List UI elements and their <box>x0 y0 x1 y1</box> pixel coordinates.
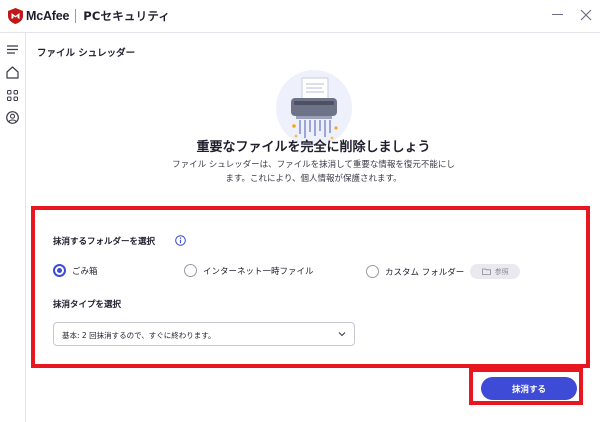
menu-icon[interactable] <box>5 42 20 57</box>
radio-custom-folder[interactable]: カスタム フォルダー 参照 <box>366 264 521 279</box>
close-icon[interactable] <box>580 9 592 21</box>
radio-temp-internet-files[interactable]: インターネット一時ファイル <box>184 264 314 277</box>
radio-button[interactable] <box>366 265 379 278</box>
account-icon[interactable] <box>5 110 20 125</box>
home-icon[interactable] <box>5 65 20 80</box>
shred-action-highlight: 抹消する <box>469 368 583 405</box>
radio-button-checked[interactable] <box>53 264 66 277</box>
folder-section-label: 抹消するフォルダーを選択 <box>53 237 156 247</box>
radio-label: インターネット一時ファイル <box>203 266 314 277</box>
title-divider <box>75 9 77 23</box>
info-icon[interactable] <box>175 235 186 246</box>
description: ファイル シュレッダーは、ファイルを抹消して重要な情報を復元不能にし ます。これ… <box>127 158 500 186</box>
description-line-1: ファイル シュレッダーは、ファイルを抹消して重要な情報を復元不能にし <box>172 160 455 170</box>
brand-name: McAfee <box>26 9 70 23</box>
dropdown-selected-value: 基本: 2 回抹消するので、すぐに終わります。 <box>62 331 216 340</box>
mcafee-shield-icon <box>8 8 23 24</box>
browse-label: 参照 <box>494 267 509 276</box>
product-name: PCセキュリティ <box>83 9 171 23</box>
radio-label: ごみ箱 <box>72 266 98 277</box>
browse-button[interactable]: 参照 <box>470 264 521 279</box>
title-bar: McAfee PCセキュリティ <box>0 0 600 33</box>
shred-type-dropdown[interactable]: 基本: 2 回抹消するので、すぐに終わります。 <box>53 322 355 346</box>
radio-recycle-bin[interactable]: ごみ箱 <box>53 264 98 277</box>
type-section-label: 抹消タイプを選択 <box>53 300 122 310</box>
folder-radio-group: ごみ箱 インターネット一時ファイル カスタム フォルダー 参照 <box>53 264 573 280</box>
headline: 重要なファイルを完全に削除しましょう <box>196 140 431 155</box>
page-title: ファイル シュレッダー <box>37 48 136 59</box>
minimize-icon[interactable] <box>552 14 563 15</box>
shred-options-panel: 抹消するフォルダーを選択 ごみ箱 インターネット一時ファイル カスタム フォルダ… <box>31 206 590 368</box>
description-line-2: ます。これにより、個人情報が保護されます。 <box>225 174 402 184</box>
radio-label: カスタム フォルダー <box>385 267 465 278</box>
apps-grid-icon[interactable] <box>5 88 20 103</box>
shred-button[interactable]: 抹消する <box>481 377 577 400</box>
main-content: ファイル シュレッダー 重要なファイルを完全に削除しましょう ファイル シュレッ… <box>27 33 600 422</box>
sidebar <box>0 33 26 422</box>
radio-button[interactable] <box>184 264 197 277</box>
logo: McAfee PCセキュリティ <box>8 8 170 24</box>
folder-icon <box>481 268 491 275</box>
chevron-down-icon <box>338 332 346 337</box>
